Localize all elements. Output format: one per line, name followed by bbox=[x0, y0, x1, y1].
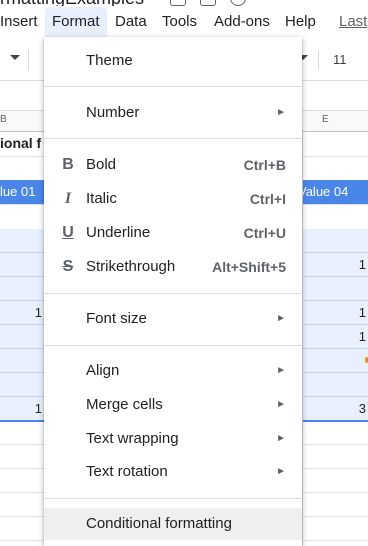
cell-right[interactable]: 1 bbox=[359, 257, 366, 272]
menu-item-label: Bold bbox=[86, 156, 117, 173]
menu-item-theme[interactable]: Theme bbox=[44, 45, 302, 77]
cloud-status-icon bbox=[230, 0, 246, 6]
submenu-arrow-icon: ► bbox=[276, 433, 286, 444]
toolbar-divider bbox=[318, 50, 319, 70]
menu-item-merge-cells[interactable]: Merge cells ► bbox=[44, 389, 302, 421]
menu-bar: Insert Format Data Tools Add-ons Help La… bbox=[0, 7, 368, 37]
menu-item-bold[interactable]: B Bold Ctrl+B bbox=[44, 149, 302, 181]
menu-item-strikethrough[interactable]: S Strikethrough Alt+Shift+5 bbox=[44, 251, 302, 283]
column-header-e[interactable]: E bbox=[322, 114, 329, 125]
move-icon[interactable] bbox=[200, 0, 216, 6]
menu-divider bbox=[44, 345, 302, 346]
menu-data[interactable]: Data bbox=[115, 7, 147, 37]
menu-item-align[interactable]: Align ► bbox=[44, 355, 302, 387]
menu-item-label: Font size bbox=[86, 310, 147, 327]
menu-help[interactable]: Help bbox=[285, 7, 316, 37]
shortcut-label: Alt+Shift+5 bbox=[212, 259, 286, 275]
submenu-arrow-icon: ► bbox=[276, 107, 286, 118]
star-icon[interactable] bbox=[170, 0, 186, 6]
italic-icon: I bbox=[64, 190, 72, 207]
cell-left[interactable]: 1 bbox=[35, 305, 42, 320]
menu-divider bbox=[44, 293, 302, 294]
menu-item-label: Italic bbox=[86, 190, 117, 207]
underline-icon: U bbox=[62, 224, 74, 241]
zoom-dropdown-icon[interactable] bbox=[10, 55, 20, 60]
column-divider bbox=[302, 130, 303, 546]
shortcut-label: Ctrl+U bbox=[243, 225, 286, 241]
menu-item-label: Text wrapping bbox=[86, 430, 179, 447]
menu-format[interactable]: Format bbox=[45, 7, 107, 37]
shortcut-label: Ctrl+B bbox=[243, 157, 286, 173]
submenu-arrow-icon: ► bbox=[276, 399, 286, 410]
menu-item-label: Strikethrough bbox=[86, 258, 176, 275]
submenu-arrow-icon: ► bbox=[276, 313, 286, 324]
title-strip: rmattingExamples bbox=[0, 0, 368, 6]
bold-icon: B bbox=[62, 156, 74, 173]
menu-item-text-rotation[interactable]: Text rotation ► bbox=[44, 456, 302, 488]
cell-right[interactable]: 1 bbox=[359, 305, 366, 320]
document-title[interactable]: rmattingExamples bbox=[0, 0, 144, 6]
submenu-arrow-icon: ► bbox=[276, 365, 286, 376]
menu-item-label: Align bbox=[86, 362, 120, 379]
menu-item-italic[interactable]: I Italic Ctrl+I bbox=[44, 183, 302, 215]
header-cell-value-04[interactable]: Value 04 bbox=[298, 184, 348, 199]
cell-left[interactable]: 1 bbox=[35, 401, 42, 416]
menu-item-label: Theme bbox=[86, 52, 133, 69]
menu-divider bbox=[44, 138, 302, 139]
menu-item-conditional-formatting[interactable]: Conditional formatting bbox=[44, 508, 302, 540]
font-size-field[interactable]: 11 bbox=[333, 52, 347, 67]
menu-item-label: Conditional formatting bbox=[86, 515, 232, 532]
menu-insert[interactable]: Insert bbox=[0, 7, 38, 37]
toolbar-divider bbox=[28, 50, 29, 70]
header-cell-value-01[interactable]: lue 01 bbox=[0, 184, 35, 199]
menu-tools[interactable]: Tools bbox=[162, 7, 197, 37]
cell-right[interactable]: 1 bbox=[359, 329, 366, 344]
menu-item-font-size[interactable]: Font size ► bbox=[44, 303, 302, 335]
menu-item-text-wrapping[interactable]: Text wrapping ► bbox=[44, 423, 302, 455]
menu-divider bbox=[44, 86, 302, 87]
menu-addons[interactable]: Add-ons bbox=[214, 7, 270, 37]
strikethrough-icon: S bbox=[62, 258, 74, 275]
format-menu: Theme Number ► B Bold Ctrl+B I Italic Ct… bbox=[44, 37, 302, 546]
column-header-b[interactable]: B bbox=[0, 114, 7, 125]
cell-right[interactable]: 3 bbox=[359, 401, 366, 416]
sheet-title-cell[interactable]: ional f bbox=[0, 135, 41, 151]
menu-item-label: Underline bbox=[86, 224, 151, 241]
menu-item-label: Text rotation bbox=[86, 463, 168, 480]
menu-item-number[interactable]: Number ► bbox=[44, 97, 302, 129]
shortcut-label: Ctrl+I bbox=[249, 191, 286, 207]
submenu-arrow-icon: ► bbox=[276, 466, 286, 477]
menu-item-label: Merge cells bbox=[86, 396, 163, 413]
menu-divider bbox=[44, 498, 302, 499]
menu-item-underline[interactable]: U Underline Ctrl+U bbox=[44, 217, 302, 249]
last-edit-link[interactable]: Last bbox=[339, 7, 367, 37]
menu-item-label: Number bbox=[86, 104, 140, 121]
